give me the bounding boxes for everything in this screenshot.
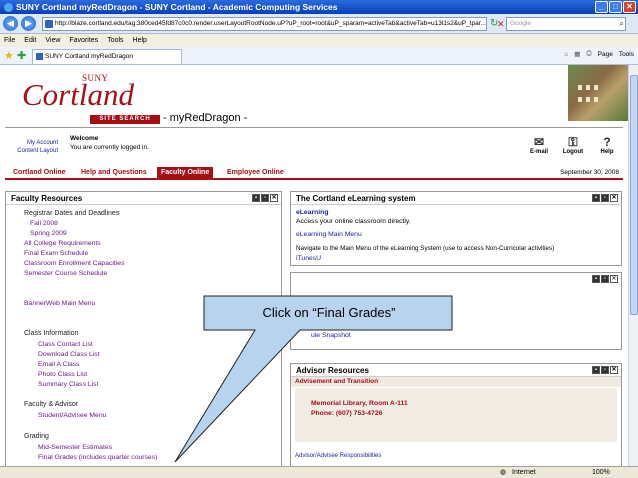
- callout-text: Click on “Final Grades”: [262, 305, 396, 320]
- callout-annotation: [174, 295, 453, 463]
